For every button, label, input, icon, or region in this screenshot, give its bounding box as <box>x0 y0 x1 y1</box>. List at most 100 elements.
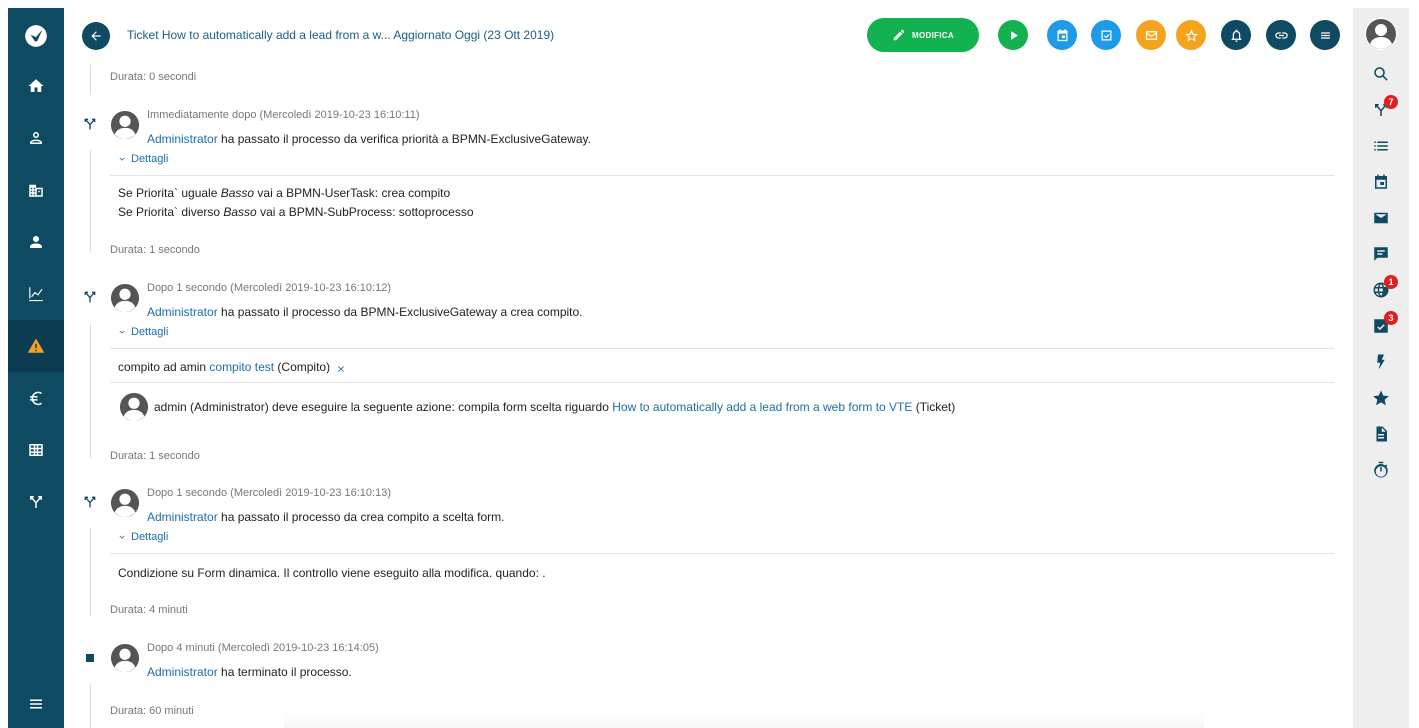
user-link[interactable]: Administrator <box>147 510 218 524</box>
right-processes-button[interactable]: 7 <box>1353 92 1409 128</box>
right-sidebar: 7 1 3 <box>1353 8 1409 728</box>
right-documents-button[interactable] <box>1353 416 1409 452</box>
right-tasks-button[interactable]: 3 <box>1353 308 1409 344</box>
user-avatar-icon <box>110 110 140 140</box>
sidebar-item-accounts[interactable] <box>8 164 64 216</box>
more-menu-button[interactable] <box>1310 20 1340 50</box>
right-quick-actions-button[interactable] <box>1353 344 1409 380</box>
mail-icon <box>1145 30 1157 40</box>
close-icon[interactable] <box>336 363 346 373</box>
pencil-icon <box>893 29 905 41</box>
edit-button-label: MODIFICA <box>912 30 954 40</box>
user-link[interactable]: Administrator <box>147 665 218 679</box>
sidebar-menu-button[interactable] <box>8 684 64 724</box>
duration-label: Durata: 60 minuti <box>110 705 194 717</box>
divider <box>110 382 1334 383</box>
details-toggle[interactable]: Dettagli <box>117 326 168 338</box>
process-fork-icon <box>82 289 98 305</box>
scroll-fade <box>284 714 1204 728</box>
lightning-icon <box>1377 354 1385 370</box>
sidebar-item-users[interactable] <box>8 216 64 268</box>
euro-icon <box>30 391 42 406</box>
app-logo-icon[interactable] <box>8 12 64 60</box>
person-icon <box>30 236 42 248</box>
list-menu-icon <box>1320 31 1330 39</box>
edit-button[interactable]: MODIFICA <box>867 18 979 52</box>
right-mail-button[interactable] <box>1353 200 1409 236</box>
pending-action-line: admin (Administrator) deve eseguire la s… <box>154 400 956 414</box>
duration-label: Durata: 1 secondo <box>110 244 200 256</box>
play-icon <box>1010 30 1018 40</box>
right-favorites-button[interactable] <box>1353 380 1409 416</box>
sidebar-item-home[interactable] <box>8 60 64 112</box>
sidebar-item-sales[interactable] <box>8 372 64 424</box>
condition-line: Condizione su Form dinamica. Il controll… <box>118 566 546 580</box>
notifications-button[interactable] <box>1221 20 1251 50</box>
app-window: Ticket How to automatically add a lead f… <box>0 0 1419 728</box>
sidebar-item-contacts[interactable] <box>8 112 64 164</box>
avatar <box>110 643 140 673</box>
calendar-icon <box>1057 28 1067 41</box>
favorite-button[interactable] <box>1176 20 1206 50</box>
avatar <box>110 488 140 518</box>
event-description: Administrator ha passato il processo da … <box>147 510 505 524</box>
table-icon <box>29 444 43 456</box>
duration-label: Durata: 4 minuti <box>110 604 188 616</box>
user-avatar[interactable] <box>1365 18 1397 50</box>
user-avatar-icon <box>1366 19 1396 49</box>
sidebar-item-reports[interactable] <box>8 268 64 320</box>
right-search-button[interactable] <box>1353 56 1409 92</box>
task-link[interactable]: compito test <box>209 360 274 374</box>
calendar-button[interactable] <box>1047 20 1077 50</box>
task-button[interactable] <box>1091 20 1121 50</box>
timeline-line <box>90 150 91 252</box>
user-link[interactable]: Administrator <box>147 305 218 319</box>
event-timestamp: Dopo 1 secondo (Mercoledì 2019-10-23 16:… <box>147 487 391 499</box>
ticket-link[interactable]: How to automatically add a lead from a w… <box>612 400 912 414</box>
bell-icon <box>1231 29 1241 42</box>
sidebar-item-processes[interactable] <box>8 476 64 528</box>
right-calendar-button[interactable] <box>1353 164 1409 200</box>
task-line: compito ad amin compito test (Compito) <box>118 360 346 374</box>
calendar-icon <box>1375 174 1387 189</box>
sidebar-item-tickets[interactable] <box>8 320 64 372</box>
details-toggle[interactable]: Dettagli <box>117 531 168 543</box>
event-timestamp: Dopo 4 minuti (Mercoledì 2019-10-23 16:1… <box>147 642 379 654</box>
search-icon <box>1374 67 1388 81</box>
left-sidebar <box>8 8 64 728</box>
star-outline-icon <box>1184 28 1198 42</box>
duration-label: Durata: 0 secondi <box>110 71 197 83</box>
right-timer-button[interactable] <box>1353 452 1409 488</box>
user-avatar-icon <box>110 283 140 313</box>
menu-icon <box>30 699 42 709</box>
mail-icon <box>1374 212 1388 224</box>
building-icon <box>29 184 43 197</box>
timeline-line <box>90 684 91 728</box>
back-button[interactable] <box>82 22 110 50</box>
user-avatar-icon <box>110 488 140 518</box>
avatar <box>110 110 140 140</box>
details-toggle[interactable]: Dettagli <box>117 153 168 165</box>
link-button[interactable] <box>1266 20 1296 50</box>
chevron-down-icon <box>119 157 125 161</box>
chevron-down-icon <box>119 330 125 334</box>
sidebar-item-tables[interactable] <box>8 424 64 476</box>
process-fork-icon <box>82 116 98 132</box>
star-icon <box>1373 390 1389 406</box>
avatar <box>110 283 140 313</box>
run-button[interactable] <box>998 20 1028 50</box>
stop-icon <box>82 650 98 666</box>
warning-icon <box>27 338 45 353</box>
right-list-button[interactable] <box>1353 128 1409 164</box>
right-globe-button[interactable]: 1 <box>1353 272 1409 308</box>
condition-line: Se Priorita` uguale Basso vai a BPMN-Use… <box>118 186 451 200</box>
user-link[interactable]: Administrator <box>147 132 218 146</box>
home-icon <box>28 79 44 92</box>
email-button[interactable] <box>1136 20 1166 50</box>
link-icon <box>1274 31 1288 39</box>
user-avatar-icon <box>110 643 140 673</box>
event-timestamp: Immediatamente dopo (Mercoledì 2019-10-2… <box>147 109 420 121</box>
right-chat-button[interactable] <box>1353 236 1409 272</box>
process-timeline: Durata: 0 secondi Immediatamente dopo (M… <box>64 64 1353 728</box>
user-avatar-icon <box>119 392 149 422</box>
